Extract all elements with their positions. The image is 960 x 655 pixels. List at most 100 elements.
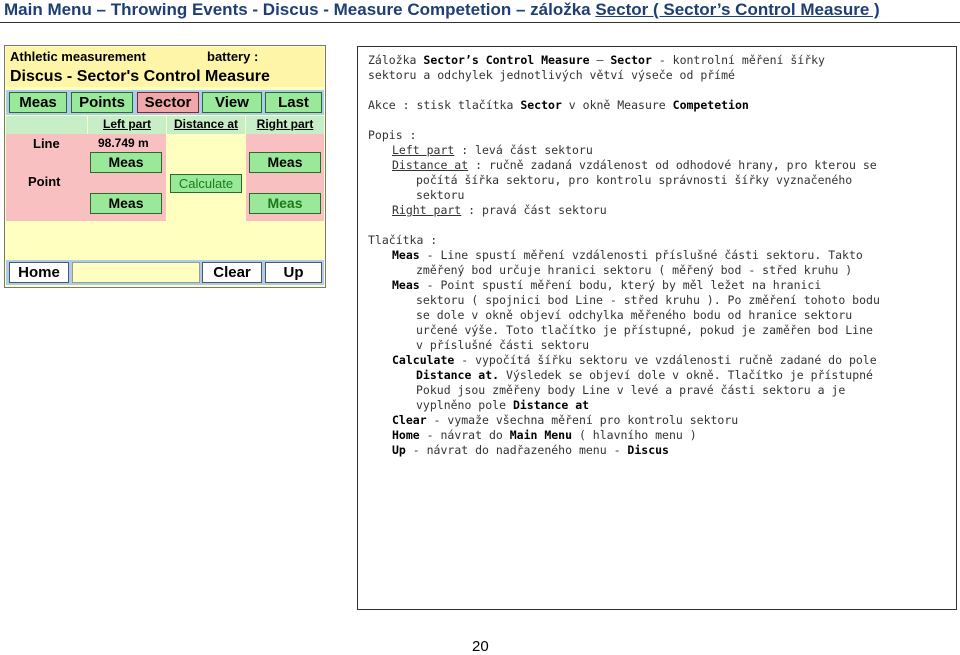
btn-desc-5: se dole v okně objeví odchylka měřeného … (416, 308, 853, 322)
device-header: Athletic measurement battery : Discus - … (6, 47, 324, 87)
t: : ručně zadaná vzdálenost od odhodové hr… (468, 158, 877, 172)
t: Calculate (392, 353, 455, 367)
point-right-meas-button[interactable]: Meas (249, 193, 321, 214)
t: – (589, 53, 611, 67)
point-left-meas-button[interactable]: Meas (90, 193, 162, 214)
btn-desc-1: Meas - Line spustí měření vzdálenosti př… (392, 248, 863, 263)
t: Záložka (368, 53, 424, 67)
t: ( hlavního menu ) (572, 428, 697, 442)
popis-distance-at: Distance at : ručně zadaná vzdálenost od… (392, 158, 877, 173)
t: Main Menu (509, 428, 573, 442)
line-row-label-cell: Line (6, 134, 87, 174)
t: Sector (520, 98, 562, 112)
point-label: Point (28, 174, 61, 189)
t: Up (392, 443, 406, 457)
popis-line-8: sektoru (416, 188, 465, 202)
clear-button[interactable]: Clear (202, 262, 262, 283)
measurement-grid: Left part Distance at Right part Line 98… (6, 116, 324, 221)
t: Meas (392, 278, 420, 292)
device-screen: Athletic measurement battery : Discus - … (4, 45, 326, 288)
header-left-part: Left part (88, 116, 166, 134)
popis-right-part: Right part : pravá část sektoru (392, 203, 607, 218)
t: Home (392, 428, 420, 442)
header-distance-at: Distance at (167, 116, 245, 134)
line-right-meas-button[interactable]: Meas (249, 152, 321, 173)
t: Sector (610, 53, 652, 67)
t: vyplněno pole (416, 398, 513, 412)
popis-heading: Popis : (368, 128, 417, 142)
page-number: 20 (472, 638, 489, 655)
t: Competetion (672, 98, 749, 112)
t: Distance at (512, 398, 590, 412)
point-right-cell: Meas (246, 174, 324, 221)
desc-line-1: Záložka Sector’s Control Measure – Secto… (368, 53, 825, 68)
title-rule (0, 22, 960, 23)
t: Left part (392, 143, 455, 157)
tab-bar: Meas Points Sector View Last (6, 90, 324, 115)
point-distance-cell: Calculate (166, 174, 246, 221)
screen-title: Discus - Sector's Control Measure (10, 68, 270, 85)
page-title-prefix: Main Menu – Throwing Events - Discus - M… (4, 0, 596, 19)
desc-line-2: sektoru a odchylek jednotlivých větví vý… (368, 68, 735, 82)
t: : levá část sektoru (454, 143, 593, 157)
btn-desc-2: změřený bod určuje hranici sektoru ( měř… (416, 263, 853, 277)
line-left-meas-button[interactable]: Meas (90, 152, 162, 173)
t: Clear (392, 413, 427, 427)
btn-desc-8: Calculate - vypočítá šířku sektoru ve vz… (392, 353, 877, 368)
line-distance-cell (166, 134, 246, 174)
t: Sector’s Control Measure (423, 53, 590, 67)
t: - kontrolní měření šířky (651, 53, 825, 67)
btn-desc-4: sektoru ( spojnici bod Line - střed kruh… (416, 293, 880, 307)
bottom-bar: Home Clear Up (6, 260, 324, 285)
header-spacer (6, 116, 87, 134)
tab-meas[interactable]: Meas (9, 92, 67, 113)
t: - návrat do (419, 428, 510, 442)
line-right-cell: Meas (246, 134, 324, 174)
point-left-cell: Meas (87, 174, 166, 221)
t: Distance at (392, 158, 469, 172)
btn-desc-3: Meas - Point spustí měření bodu, který b… (392, 278, 821, 293)
t: v okně Measure (561, 98, 673, 112)
header-right-part: Right part (246, 116, 324, 134)
line-label: Line (33, 136, 60, 151)
t: Výsledek se objeví dole v okně. Tlačítko… (499, 368, 873, 382)
t: - vypočítá šířku sektoru ve vzdálenosti … (454, 353, 877, 367)
t: - Point spustí měření bodu, který by měl… (419, 278, 822, 292)
point-row-label-cell: Point (6, 174, 87, 221)
btn-desc-11: vyplněno pole Distance at (416, 398, 589, 413)
tab-points[interactable]: Points (71, 92, 133, 113)
distance-spacer (170, 152, 242, 174)
t: Akce : stisk tlačítka (368, 98, 521, 112)
btn-desc-6: určené výše. Toto tlačítko je přístupné,… (416, 323, 873, 337)
tab-sector[interactable]: Sector (137, 92, 199, 113)
tab-view[interactable]: View (202, 92, 262, 113)
btn-desc-10: Pokud jsou změřeny body Line v levé a pr… (416, 383, 846, 397)
status-field (72, 262, 200, 283)
calculate-button[interactable]: Calculate (170, 174, 242, 193)
t: Discus (627, 443, 669, 457)
btn-desc-13: Home - návrat do Main Menu ( hlavního me… (392, 428, 697, 443)
btn-desc-9: Distance at. Výsledek se objeví dole v o… (416, 368, 873, 383)
page-title: Main Menu – Throwing Events - Discus - M… (4, 0, 880, 20)
popis-line-7: počítá šířka sektoru, pro kontrolu správ… (416, 173, 853, 187)
t: Right part (392, 203, 462, 217)
t: Distance at. (416, 368, 500, 382)
t: - návrat do nadřazeného menu - (405, 443, 628, 457)
popis-left-part: Left part : levá část sektoru (392, 143, 593, 158)
line-left-cell: 98.749 m Meas (87, 134, 166, 174)
app-name: Athletic measurement (10, 49, 146, 64)
btn-desc-14: Up - návrat do nadřazeného menu - Discus (392, 443, 669, 458)
battery-label: battery : (207, 49, 259, 64)
t: Meas (392, 248, 420, 262)
action-line: Akce : stisk tlačítka Sector v okně Meas… (368, 98, 749, 113)
description-panel: Záložka Sector’s Control Measure – Secto… (357, 46, 957, 610)
buttons-heading: Tlačítka : (368, 233, 438, 247)
t: : pravá část sektoru (461, 203, 607, 217)
line-distance-value: 98.749 m (95, 135, 159, 152)
tab-last[interactable]: Last (265, 92, 322, 113)
btn-desc-12: Clear - vymaže všechna měření pro kontro… (392, 413, 738, 428)
t: - Line spustí měření vzdálenosti přísluš… (419, 248, 863, 262)
page-title-tab: Sector ( Sector’s Control Measure ) (595, 0, 880, 19)
home-button[interactable]: Home (9, 262, 69, 283)
up-button[interactable]: Up (265, 262, 322, 283)
